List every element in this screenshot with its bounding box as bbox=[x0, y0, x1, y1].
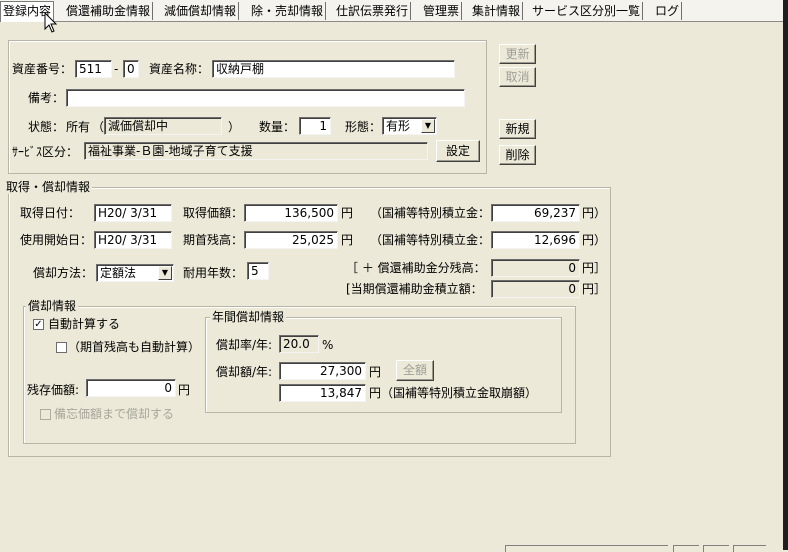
subsidy-reserve-yen-2: 円） bbox=[582, 233, 607, 247]
chevron-down-icon[interactable]: ▼ bbox=[158, 266, 172, 280]
auto-opening-label: （期首残高も自動計算） bbox=[68, 340, 201, 354]
cancel-button[interactable]: 取消 bbox=[499, 67, 536, 87]
acq-date-label: 取得日付： bbox=[20, 206, 81, 220]
opening-balance-field[interactable]: 25,025 bbox=[244, 231, 338, 249]
status-bar-pane bbox=[505, 545, 668, 552]
tab-log[interactable]: ログ bbox=[653, 2, 683, 20]
subsidy-reserve-label-2: （国補等特別積立金： bbox=[370, 233, 491, 247]
new-button[interactable]: 新規 bbox=[499, 119, 536, 139]
tab-summary[interactable]: 集計情報 bbox=[470, 2, 524, 20]
tab-repayment-subsidy[interactable]: 償還補助金情報 bbox=[64, 2, 154, 20]
amount-yen: 円 bbox=[369, 365, 382, 379]
tab-depreciation[interactable]: 減価償却情報 bbox=[162, 2, 240, 20]
rate-label: 償却率/年: bbox=[216, 338, 273, 352]
status-bar-pane bbox=[673, 545, 699, 552]
amount-field[interactable]: 27,300 bbox=[279, 362, 366, 380]
asset-no-separator: - bbox=[114, 62, 119, 76]
acq-price-label: 取得価額： bbox=[183, 206, 244, 220]
life-field[interactable]: 5 bbox=[247, 262, 269, 280]
subsidy-reserve-field-2[interactable]: 12,696 bbox=[491, 231, 580, 249]
tab-bar: 登録内容 償還補助金情報 減価償却情報 除・売却情報 仕訳伝票発行 管理票 集計… bbox=[0, 0, 788, 22]
reversal-field[interactable]: 13,847 bbox=[279, 384, 366, 402]
status-label: 状態： bbox=[28, 120, 65, 134]
tab-service-list[interactable]: サービス区分別一覧 bbox=[530, 2, 644, 20]
delete-button[interactable]: 削除 bbox=[499, 145, 536, 165]
repay-balance-label: ［ ＋ 償還補助金分残高： bbox=[346, 261, 486, 275]
asset-no-field[interactable]: 511 bbox=[75, 60, 112, 78]
method-select[interactable]: 定額法 ▼ bbox=[96, 264, 174, 282]
opening-balance-yen: 円 bbox=[341, 233, 354, 247]
annual-depreciation-legend: 年間償却情報 bbox=[210, 310, 287, 324]
rate-field: 20.0 bbox=[279, 335, 319, 353]
period-repay-label: [当期償還補助金積立額： bbox=[346, 282, 483, 296]
acq-date-field[interactable]: H20/ 3/31 bbox=[94, 204, 172, 222]
period-repay-field: 0 bbox=[491, 280, 580, 298]
memo-value-checkbox[interactable] bbox=[40, 409, 51, 420]
depreciation-legend: 償却情報 bbox=[26, 299, 79, 313]
service-label: ｻｰﾋﾞｽ区分： bbox=[12, 145, 79, 159]
service-field: 福祉事業-Ｂ園-地域子育て支援 bbox=[84, 142, 428, 160]
status-bar-pane bbox=[733, 545, 766, 552]
reversal-label: 円（国補等特別積立金取崩額） bbox=[369, 386, 538, 400]
residual-label: 残存価額: bbox=[27, 383, 80, 397]
opening-balance-label: 期首残高： bbox=[183, 233, 244, 247]
acq-price-field[interactable]: 136,500 bbox=[244, 204, 338, 222]
auto-opening-checkbox[interactable] bbox=[56, 342, 67, 353]
status-detail-field: 減価償却中 bbox=[104, 117, 222, 135]
quantity-field[interactable]: 1 bbox=[299, 117, 331, 135]
full-amount-button[interactable]: 全額 bbox=[396, 360, 434, 381]
period-repay-yen: 円］ bbox=[582, 282, 607, 296]
acquisition-legend: 取得・償却情報 bbox=[4, 180, 93, 194]
rate-percent: % bbox=[322, 338, 334, 352]
window-edge bbox=[783, 0, 788, 550]
form-label: 形態： bbox=[345, 120, 382, 134]
quantity-label: 数量： bbox=[259, 120, 296, 134]
update-button[interactable]: 更新 bbox=[499, 44, 536, 64]
amount-label: 償却額/年: bbox=[216, 365, 273, 379]
life-label: 耐用年数： bbox=[183, 266, 244, 280]
status-paren-open: （ bbox=[92, 120, 105, 134]
acq-price-yen: 円 bbox=[341, 206, 354, 220]
tab-disposal[interactable]: 除・売却情報 bbox=[249, 2, 327, 20]
repay-balance-field: 0 bbox=[491, 259, 580, 277]
asset-no-label: 資産番号： bbox=[12, 62, 73, 76]
tab-management[interactable]: 管理票 bbox=[421, 2, 463, 20]
status-paren-close: ） bbox=[228, 120, 241, 134]
memo-value-label: 備忘価額まで償却する bbox=[54, 407, 175, 421]
start-date-field[interactable]: H20/ 3/31 bbox=[94, 231, 172, 249]
subsidy-reserve-yen-1: 円） bbox=[582, 206, 607, 220]
memo-field[interactable] bbox=[66, 89, 465, 107]
auto-calc-checkbox[interactable]: ✓ bbox=[33, 319, 44, 330]
asset-no-sub-field[interactable]: 0 bbox=[123, 60, 139, 78]
method-label: 償却方法： bbox=[33, 266, 94, 280]
chevron-down-icon[interactable]: ▼ bbox=[421, 119, 435, 133]
subsidy-reserve-label-1: （国補等特別積立金： bbox=[370, 206, 491, 220]
memo-label: 備考： bbox=[28, 91, 65, 105]
auto-calc-label: 自動計算する bbox=[48, 317, 121, 331]
status-value: 所有 bbox=[66, 120, 91, 134]
mouse-cursor-icon bbox=[44, 12, 58, 33]
tab-journal[interactable]: 仕訳伝票発行 bbox=[334, 2, 412, 20]
status-bar-pane bbox=[703, 545, 729, 552]
residual-yen: 円 bbox=[178, 383, 191, 397]
start-date-label: 使用開始日： bbox=[20, 233, 93, 247]
setting-button[interactable]: 設定 bbox=[436, 140, 480, 162]
method-select-value: 定額法 bbox=[100, 266, 137, 280]
asset-name-field[interactable]: 収納戸棚 bbox=[212, 60, 455, 78]
form-select[interactable]: 有形 ▼ bbox=[382, 117, 437, 135]
repay-balance-yen: 円］ bbox=[582, 261, 607, 275]
subsidy-reserve-field-1[interactable]: 69,237 bbox=[491, 204, 580, 222]
asset-name-label: 資産名称： bbox=[149, 62, 210, 76]
residual-field[interactable]: 0 bbox=[86, 379, 176, 397]
form-select-value: 有形 bbox=[386, 119, 411, 133]
